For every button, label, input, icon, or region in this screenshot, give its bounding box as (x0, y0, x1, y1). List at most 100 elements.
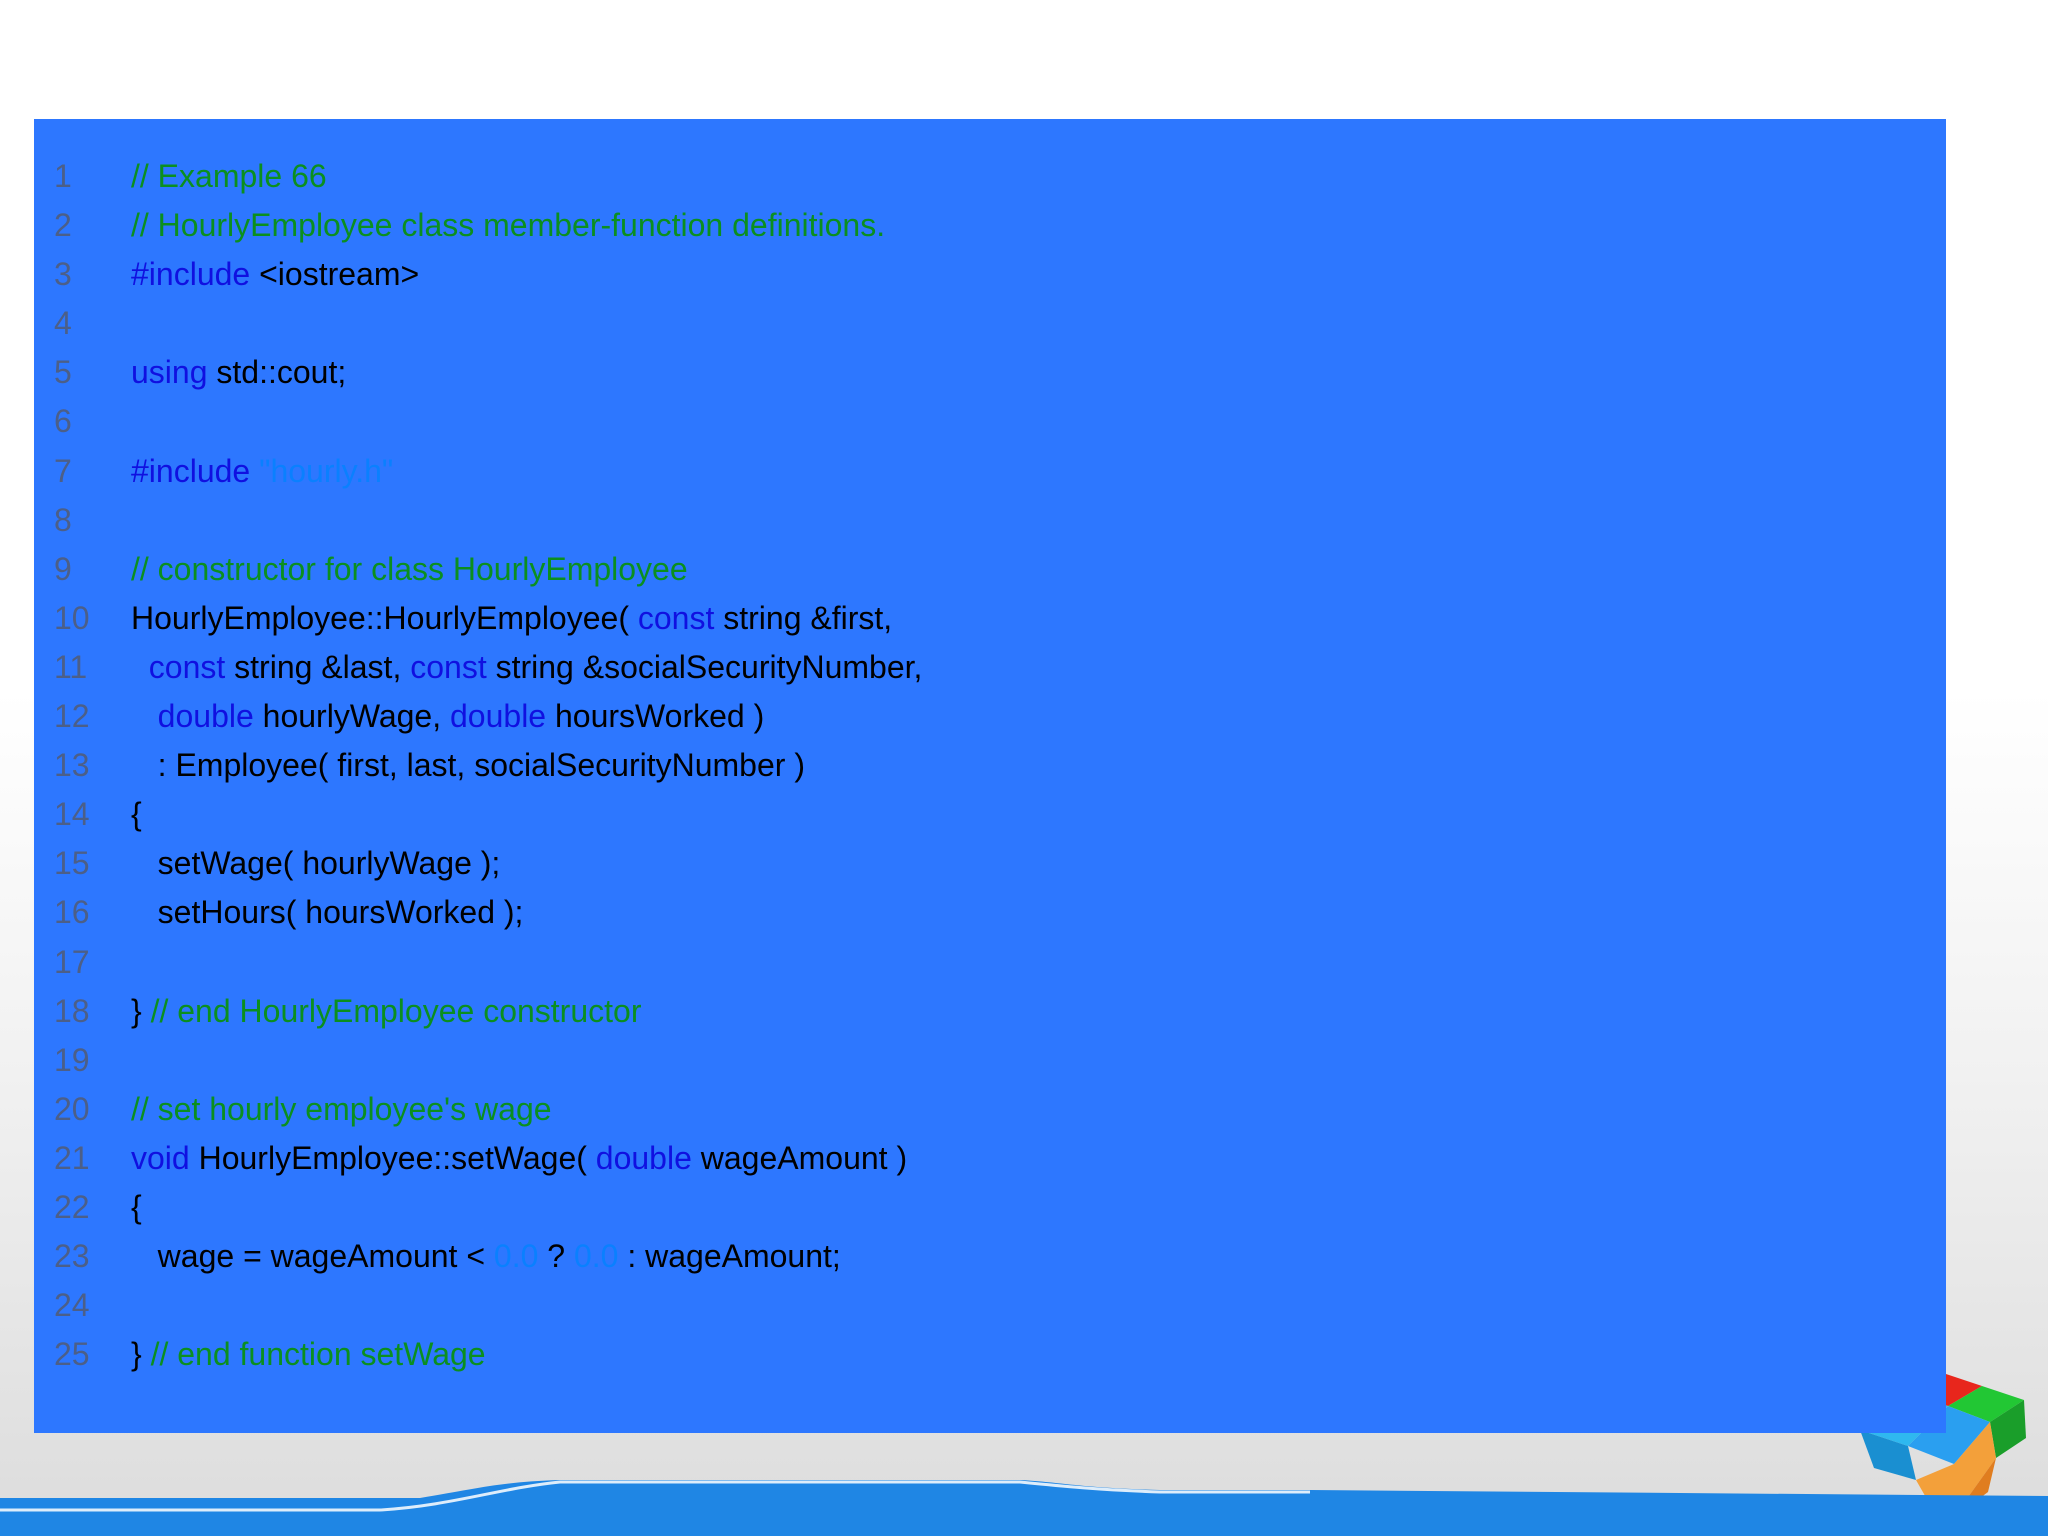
code-text: wage = wageAmount < 0.0 ? 0.0 : wageAmou… (131, 1232, 841, 1281)
line-number: 7 (54, 452, 72, 489)
code-token-normal: setWage( hourlyWage ); (131, 845, 501, 882)
code-token-comment: // constructor for class HourlyEmployee (131, 550, 688, 587)
code-text: using std::cout; (131, 348, 346, 397)
code-token-normal: ? (538, 1238, 574, 1275)
code-token-comment: // set hourly employee's wage (131, 1090, 552, 1127)
code-line: 13 : Employee( first, last, socialSecuri… (34, 741, 1946, 790)
code-token-normal: } (131, 1336, 151, 1373)
code-token-comment: // HourlyEmployee class member-function … (131, 207, 886, 244)
code-line: 12 double hourlyWage, double hoursWorked… (34, 692, 1946, 741)
code-token-keyword: using (131, 354, 208, 391)
code-line: 8 (34, 496, 1946, 545)
code-text: // Example 66 (131, 152, 327, 201)
code-line: 7 #include "hourly.h" (34, 447, 1946, 496)
code-text: const string &last, const string &social… (131, 643, 923, 692)
code-line: 14 { (34, 790, 1946, 839)
line-number: 10 (54, 599, 90, 636)
code-token-normal: setHours( hoursWorked ); (131, 894, 524, 931)
code-line: 19 (34, 1036, 1946, 1085)
code-line: 23 wage = wageAmount < 0.0 ? 0.0 : wageA… (34, 1232, 1946, 1281)
line-number: 16 (54, 894, 90, 931)
code-line: 21 void HourlyEmployee::setWage( double w… (34, 1134, 1946, 1183)
code-line: 16 setHours( hoursWorked ); (34, 888, 1946, 937)
code-line: 3 #include <iostream> (34, 250, 1946, 299)
code-token-normal (131, 698, 158, 734)
code-text: void HourlyEmployee::setWage( double wag… (131, 1134, 907, 1183)
wave-band (0, 1480, 2048, 1536)
code-token-keyword: #include (131, 256, 260, 293)
code-line: 2 // HourlyEmployee class member-function… (34, 201, 1946, 250)
line-number: 3 (54, 256, 72, 293)
code-token-comment: // end HourlyEmployee constructor (150, 992, 642, 1029)
line-number: 25 (54, 1336, 90, 1373)
line-number: 8 (54, 501, 72, 538)
code-token-number: 0.0 (493, 1238, 539, 1275)
code-token-keyword: void (131, 1139, 190, 1176)
code-text: { (131, 1183, 142, 1232)
code-token-keyword: double (450, 698, 547, 735)
line-number: 20 (54, 1090, 90, 1127)
slide: 1 // Example 66 2 // HourlyEmployee class m… (0, 0, 2048, 1536)
code-text: : Employee( first, last, socialSecurityN… (131, 741, 805, 790)
line-number: 17 (54, 943, 90, 980)
code-token-comment: // end function setWage (150, 1336, 486, 1373)
code-token-string: "hourly.h" (259, 452, 394, 489)
code-line: 15 setWage( hourlyWage ); (34, 839, 1946, 888)
code-line: 20 // set hourly employee's wage (34, 1085, 1946, 1134)
line-number: 19 (54, 1041, 90, 1078)
code-line: 17 (34, 938, 1946, 987)
code-token-normal: <iostream> (259, 256, 420, 293)
line-number: 21 (54, 1139, 90, 1176)
code-line: 9 // constructor for class HourlyEmployee (34, 545, 1946, 594)
code-listing: 1 // Example 66 2 // HourlyEmployee class m… (34, 152, 1946, 1379)
code-text: #include "hourly.h" (131, 447, 393, 496)
code-text: // constructor for class HourlyEmployee (131, 545, 688, 594)
line-number: 12 (54, 698, 90, 735)
code-text: } // end HourlyEmployee constructor (131, 987, 641, 1036)
code-token-keyword: const (148, 648, 226, 685)
code-token-normal: hoursWorked ) (546, 698, 765, 735)
code-token-normal: } (131, 992, 151, 1029)
code-token-normal: string &first, (714, 599, 893, 636)
code-text: { (131, 790, 142, 839)
code-line: 22 { (34, 1183, 1946, 1232)
code-text: setWage( hourlyWage ); (131, 839, 501, 888)
code-token-normal: { (131, 796, 142, 833)
code-token-keyword: #include (131, 452, 260, 489)
code-token-normal: HourlyEmployee::setWage( (189, 1139, 596, 1176)
code-text: // HourlyEmployee class member-function … (131, 201, 885, 250)
line-number: 24 (54, 1287, 90, 1324)
code-token-normal (131, 649, 149, 685)
line-number: 15 (54, 845, 90, 882)
code-token-keyword: const (637, 599, 715, 636)
line-number: 11 (54, 648, 88, 685)
code-token-normal: wage = wageAmount < (131, 1238, 494, 1275)
line-number: 2 (54, 207, 72, 244)
code-panel: 1 // Example 66 2 // HourlyEmployee class m… (34, 119, 1946, 1433)
line-number: 9 (54, 550, 72, 587)
code-line: 1 // Example 66 (34, 152, 1946, 201)
code-line: 4 (34, 299, 1946, 348)
code-text: } // end function setWage (131, 1330, 486, 1379)
line-number: 18 (54, 992, 90, 1029)
code-token-keyword: double (595, 1139, 692, 1176)
code-token-number: 0.0 (573, 1238, 619, 1275)
code-token-normal: wageAmount ) (691, 1139, 908, 1176)
code-token-keyword: double (157, 698, 254, 735)
line-number: 14 (54, 796, 90, 833)
code-text: setHours( hoursWorked ); (131, 888, 524, 937)
code-text: // set hourly employee's wage (131, 1085, 552, 1134)
code-token-normal: : Employee( first, last, socialSecurityN… (131, 747, 805, 784)
code-line: 18} // end HourlyEmployee constructor (34, 987, 1946, 1036)
line-number: 13 (54, 747, 90, 784)
code-text: #include <iostream> (131, 250, 419, 299)
line-number: 22 (54, 1188, 90, 1225)
code-text: HourlyEmployee::HourlyEmployee( const st… (131, 594, 892, 643)
code-token-normal: HourlyEmployee::HourlyEmployee( (131, 599, 638, 636)
code-line: 25} // end function setWage (34, 1330, 1946, 1379)
code-token-keyword: const (410, 648, 487, 685)
code-token-normal: hourlyWage, (253, 698, 450, 735)
line-number: 23 (54, 1238, 90, 1275)
code-line: 5 using std::cout; (34, 348, 1946, 397)
code-token-normal: std::cout; (207, 354, 347, 391)
